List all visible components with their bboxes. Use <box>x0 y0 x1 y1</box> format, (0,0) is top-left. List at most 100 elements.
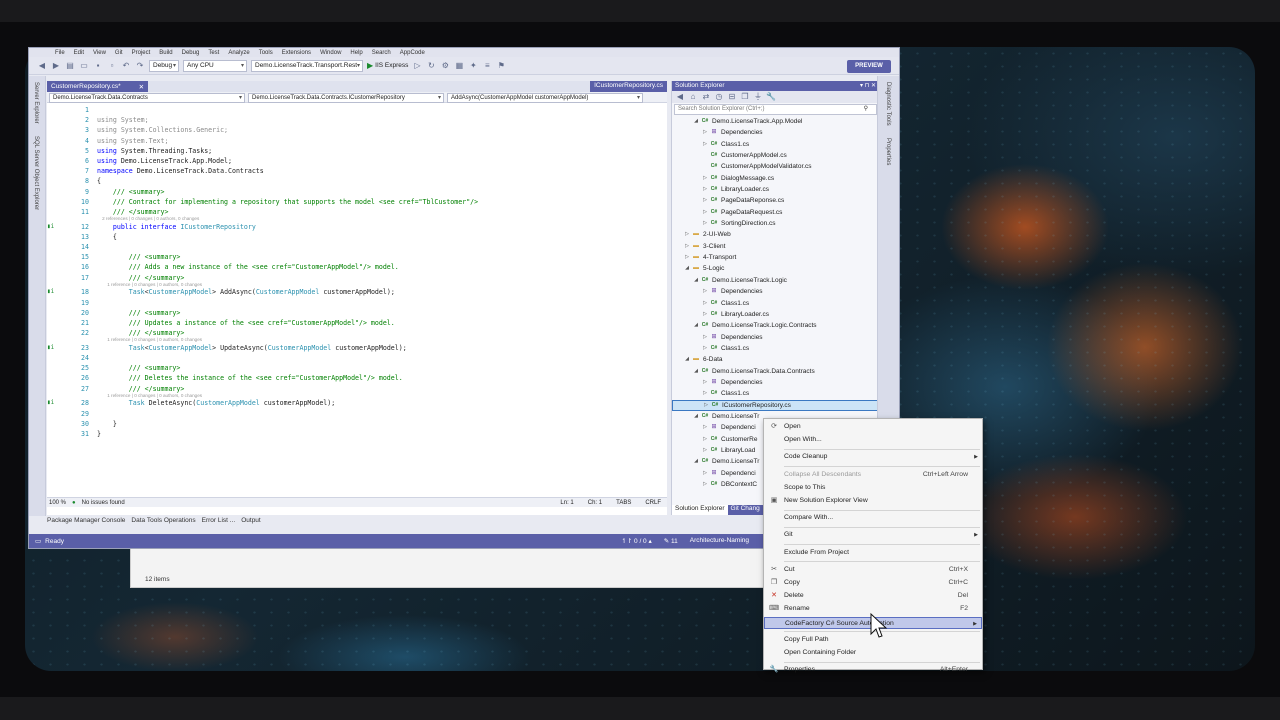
forward-icon[interactable]: ▶ <box>51 61 61 71</box>
solution-tree-item[interactable]: ▷ C# Class1.cs <box>672 388 879 399</box>
expand-arrow-icon[interactable]: ▷ <box>701 479 709 490</box>
implementation-marker-icon[interactable]: ▮i <box>47 287 59 297</box>
menu-item-build[interactable]: Build <box>159 50 172 56</box>
menu-item-debug[interactable]: Debug <box>182 50 200 56</box>
code-line[interactable]: 16 /// Adds a new instance of the <see c… <box>47 262 667 272</box>
menu-item-new-solution-explorer-view[interactable]: ▣ New Solution Explorer View <box>764 495 982 507</box>
tab-output[interactable]: Output <box>241 517 261 527</box>
expand-arrow-icon[interactable]: ▷ <box>701 377 709 388</box>
implementation-marker-icon[interactable] <box>47 232 59 242</box>
expand-arrow-icon[interactable]: ▷ <box>683 252 691 263</box>
solution-tree-item[interactable]: ▷ C# ICustomerRepository.cs <box>672 399 879 411</box>
code-line[interactable]: 15 /// <summary> <box>47 252 667 262</box>
code-line[interactable]: 4 using System.Text; <box>47 136 667 146</box>
undo-icon[interactable]: ↶ <box>121 61 131 71</box>
solution-tree-item[interactable]: ▷ C# PageDataRequest.cs <box>672 207 879 218</box>
save-icon[interactable]: ▪ <box>93 61 103 71</box>
menu-item-project[interactable]: Project <box>132 50 151 56</box>
expand-arrow-icon[interactable]: ▷ <box>701 298 709 309</box>
tab-package-manager-console[interactable]: Package Manager Console <box>47 517 125 527</box>
menu-item-extensions[interactable]: Extensions <box>282 50 311 56</box>
back-icon[interactable]: ◀ <box>37 61 47 71</box>
code-line[interactable]: 24 <box>47 353 667 363</box>
code-line[interactable]: 26 /// Deletes the instance of the <see … <box>47 373 667 383</box>
implementation-marker-icon[interactable] <box>47 197 59 207</box>
implementation-marker-icon[interactable] <box>47 166 59 176</box>
menu-item-appcode[interactable]: AppCode <box>400 50 425 56</box>
history-icon[interactable]: ◷ <box>714 92 724 102</box>
menu-item-properties[interactable]: 🔧 Properties Alt+Enter <box>764 664 982 676</box>
implementation-marker-icon[interactable] <box>47 156 59 166</box>
code-line[interactable]: 2 using System; <box>47 115 667 125</box>
solution-tree-item[interactable]: ▷ ⊞ Dependencies <box>672 377 879 388</box>
implementation-marker-icon[interactable] <box>47 187 59 197</box>
menu-item-help[interactable]: Help <box>350 50 362 56</box>
refresh-icon[interactable]: ↻ <box>426 61 436 71</box>
git-branch[interactable]: Architecture-Naming <box>690 537 749 545</box>
new-project-icon[interactable]: ▤ <box>65 61 75 71</box>
issues-status[interactable]: No issues found <box>82 500 125 506</box>
solution-tree-item[interactable]: C# CustomerAppModel.cs <box>672 150 879 161</box>
solution-tree-item[interactable]: ▷ ▬ 2-UI-Web <box>672 229 879 240</box>
solution-tree-item[interactable]: ▷ C# Class1.cs <box>672 139 879 150</box>
expand-arrow-icon[interactable]: ▷ <box>683 229 691 240</box>
settings-icon[interactable]: ⚙ <box>440 61 450 71</box>
menu-item-scope-to-this[interactable]: Scope to This <box>764 482 982 494</box>
menu-item-open-with[interactable]: Open With... <box>764 434 982 446</box>
code-line[interactable]: ▮i 28 Task DeleteAsync(CustomerAppModel c… <box>47 398 667 408</box>
menu-item-open[interactable]: ⟳ Open <box>764 421 982 433</box>
code-line[interactable]: 3 using System.Collections.Generic; <box>47 125 667 135</box>
implementation-marker-icon[interactable]: ▮i <box>47 398 59 408</box>
implementation-marker-icon[interactable] <box>47 146 59 156</box>
implementation-marker-icon[interactable] <box>47 409 59 419</box>
menu-item-view[interactable]: View <box>93 50 106 56</box>
show-all-files-icon[interactable]: ❐ <box>740 92 750 102</box>
expand-arrow-icon[interactable]: ▷ <box>701 139 709 150</box>
project-nav-dropdown[interactable]: Demo.LicenseTrack.Data.Contracts <box>49 93 245 103</box>
open-icon[interactable]: ▭ <box>79 61 89 71</box>
home-icon[interactable]: ⌂ <box>688 92 698 102</box>
code-line[interactable]: 8{ <box>47 176 667 186</box>
diagnostic-tools-tab[interactable]: Diagnostic Tools <box>885 82 891 126</box>
menu-item-analyze[interactable]: Analyze <box>228 50 249 56</box>
comment-icon[interactable]: ≡ <box>482 61 492 71</box>
run-button[interactable]: ▶ IIS Express <box>367 61 408 70</box>
solution-tree-item[interactable]: ◢ C# Demo.LicenseTrack.Logic.Contracts <box>672 320 879 331</box>
code-line[interactable]: ▮i 18 Task < CustomerAppModel > AddAsync(Cus… <box>47 287 667 297</box>
solution-tree-item[interactable]: ▷ ▬ 4-Transport <box>672 252 879 263</box>
menu-item-open-containing-folder[interactable]: Open Containing Folder <box>764 647 982 659</box>
expand-arrow-icon[interactable]: ▷ <box>701 445 709 456</box>
tab-icustomer-repository[interactable]: ICustomerRepository.cs <box>590 81 667 92</box>
code-line[interactable]: 14 <box>47 242 667 252</box>
expand-arrow-icon[interactable]: ▷ <box>701 184 709 195</box>
code-line[interactable]: 13 { <box>47 232 667 242</box>
implementation-marker-icon[interactable] <box>47 105 59 115</box>
implementation-marker-icon[interactable] <box>47 252 59 262</box>
collapse-arrow-icon[interactable]: ◢ <box>683 263 691 274</box>
collapse-arrow-icon[interactable]: ◢ <box>692 366 700 377</box>
solution-tree-item[interactable]: ◢ C# Demo.LicenseTrack.Data.Contracts <box>672 366 879 377</box>
solution-tree-item[interactable]: ▷ C# LibraryLoader.cs <box>672 184 879 195</box>
expand-arrow-icon[interactable]: ▷ <box>701 434 709 445</box>
implementation-marker-icon[interactable] <box>47 262 59 272</box>
menu-item-test[interactable]: Test <box>208 50 219 56</box>
solution-tree-item[interactable]: C# CustomerAppModelValidator.cs <box>672 161 879 172</box>
solution-tree-item[interactable]: ▷ C# Class1.cs <box>672 298 879 309</box>
implementation-marker-icon[interactable] <box>47 429 59 439</box>
properties-icon[interactable]: 🔧 <box>766 92 776 102</box>
code-area[interactable]: 1 2 using System; 3 using System.Collections… <box>47 105 667 497</box>
extension-icon[interactable]: ✦ <box>468 61 478 71</box>
collapse-all-icon[interactable]: ⊟ <box>727 92 737 102</box>
solution-tree-item[interactable]: ▷ ⊞ Dependencies <box>672 286 879 297</box>
collapse-arrow-icon[interactable]: ◢ <box>692 411 700 422</box>
indent-mode[interactable]: TABS <box>616 500 631 506</box>
implementation-marker-icon[interactable] <box>47 373 59 383</box>
git-sync-status[interactable]: ↿↾ 0 / 0 ▴ <box>621 537 651 545</box>
menu-item-file[interactable]: File <box>55 50 65 56</box>
preview-badge[interactable]: PREVIEW <box>847 60 891 73</box>
code-line[interactable]: ▮i 23 Task < CustomerAppModel > UpdateAsync(… <box>47 343 667 353</box>
expand-arrow-icon[interactable]: ▷ <box>701 127 709 138</box>
properties-tab[interactable]: Properties <box>885 138 891 165</box>
solution-tree-item[interactable]: ◢ C# Demo.LicenseTrack.App.Model <box>672 116 879 127</box>
code-line[interactable]: 5 using System.Threading.Tasks; <box>47 146 667 156</box>
